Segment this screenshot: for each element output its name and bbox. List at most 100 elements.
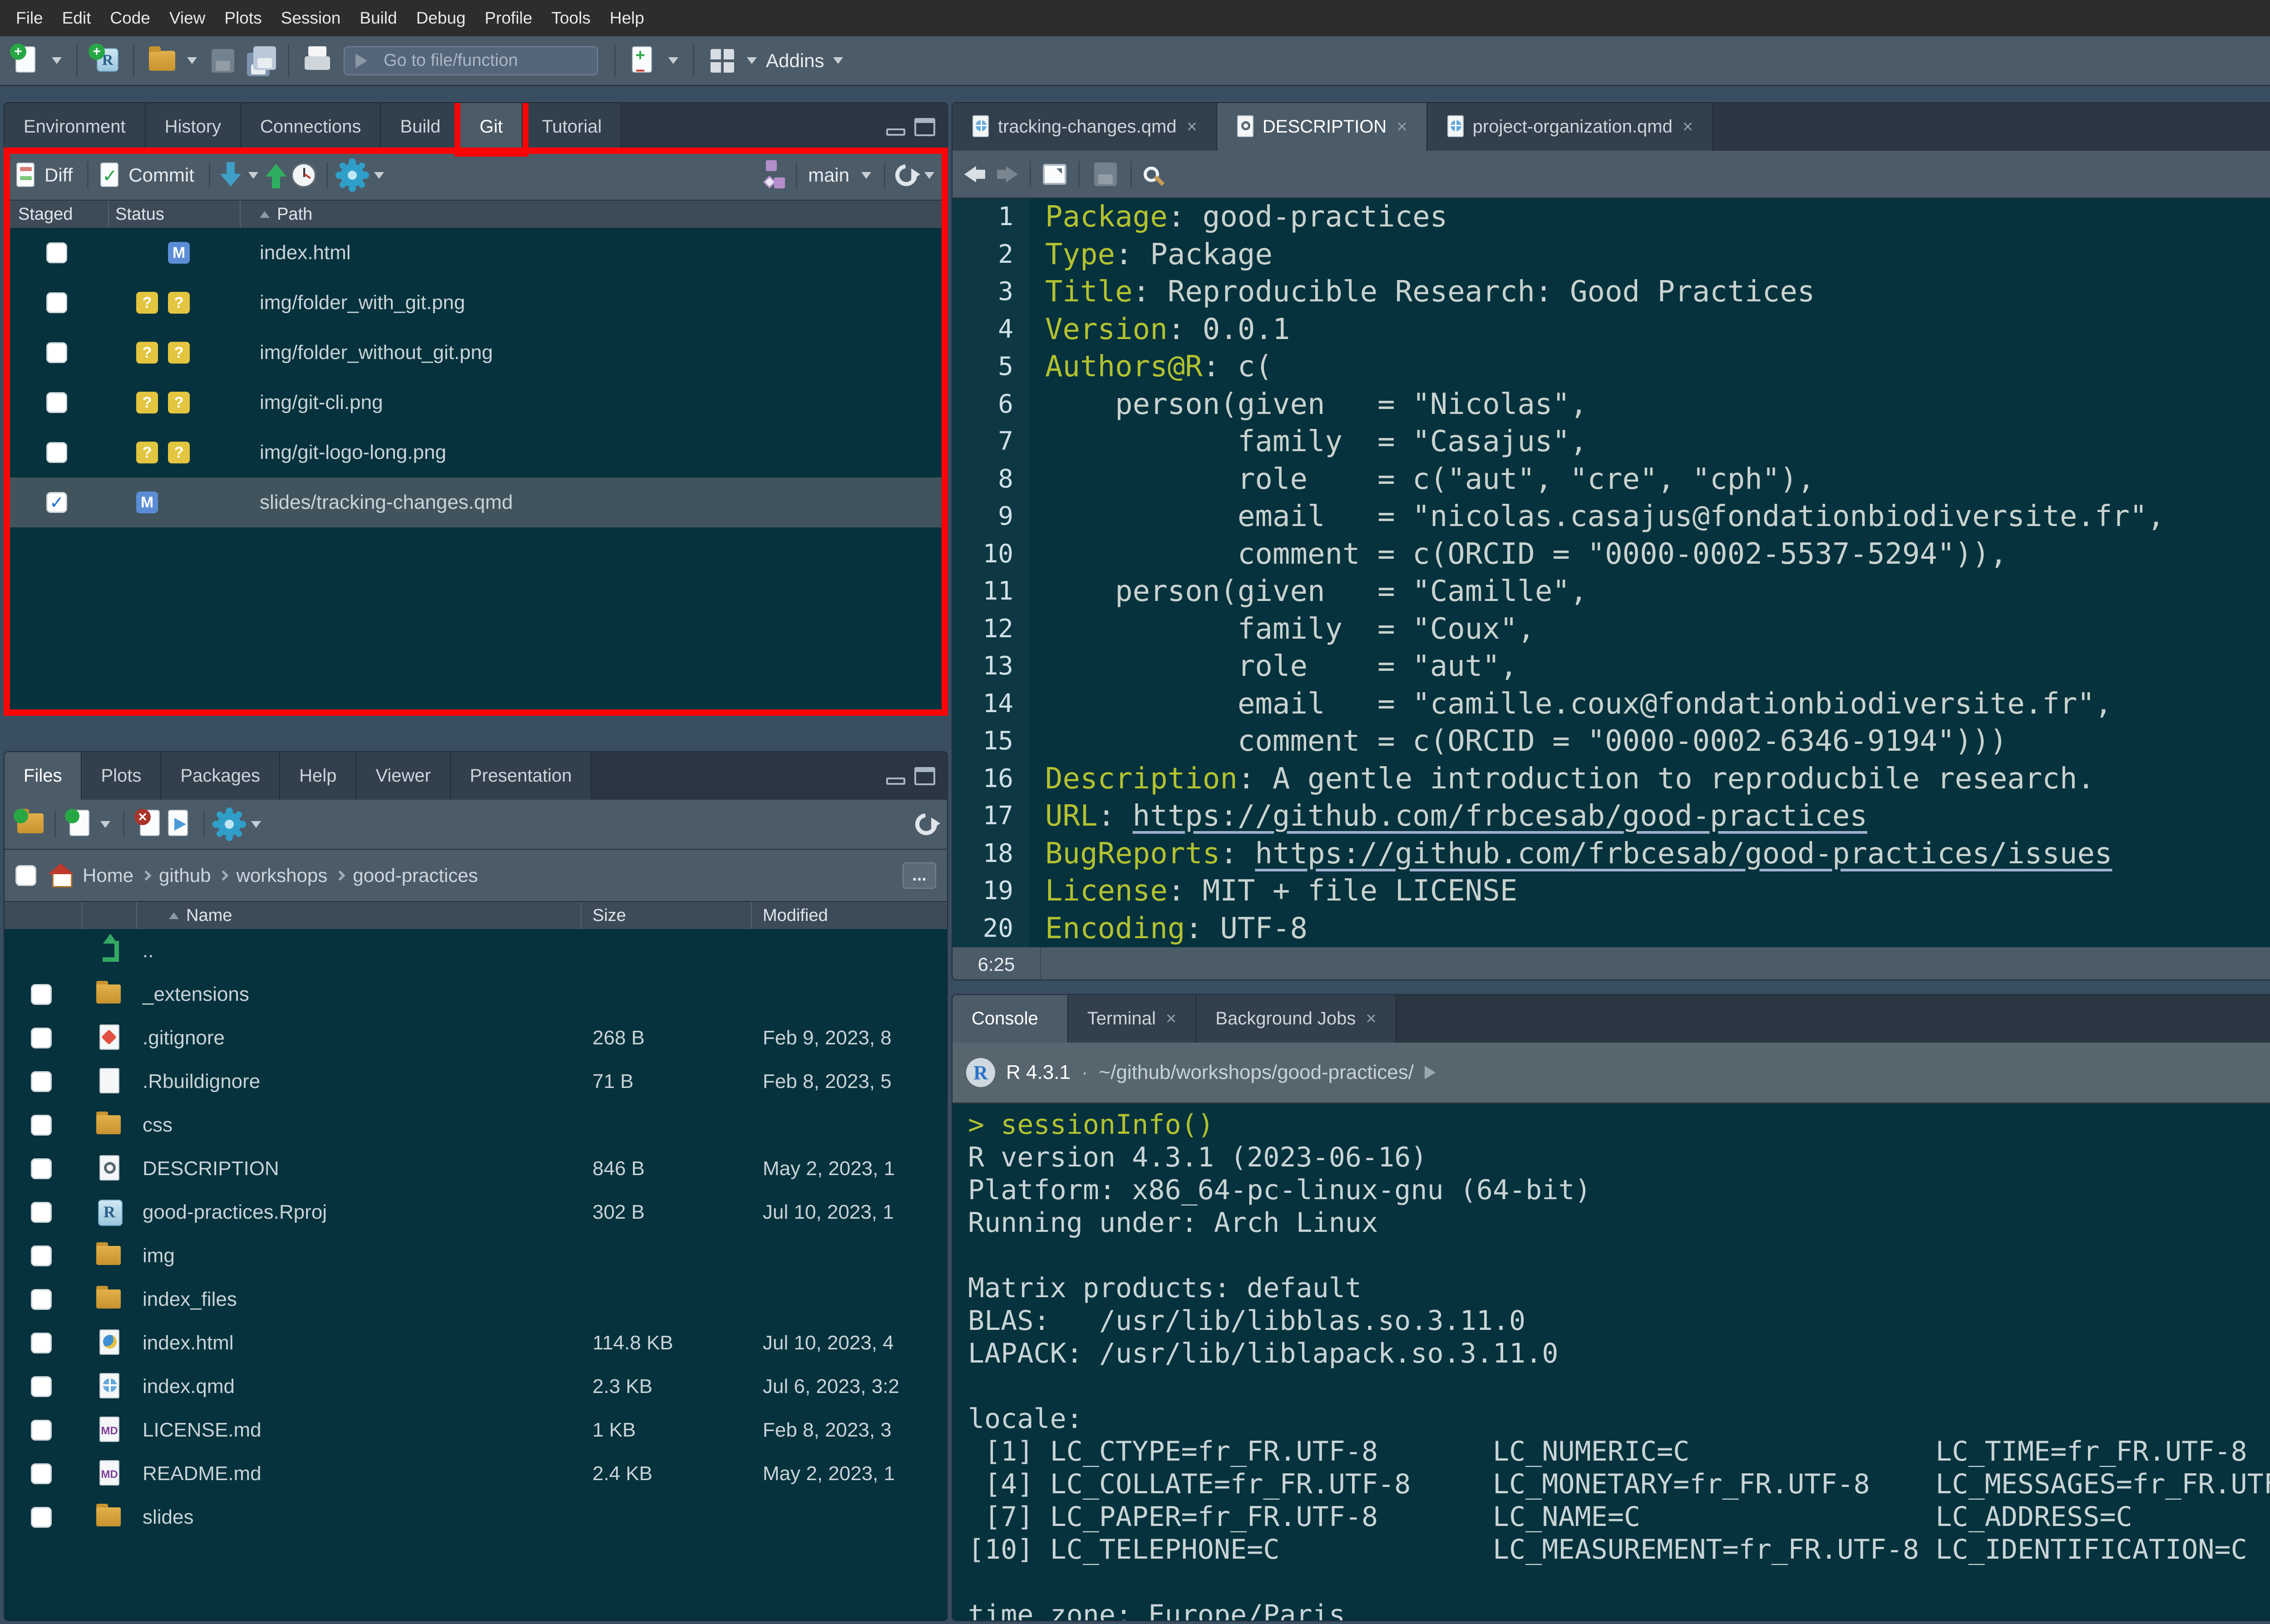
panel-tab[interactable]: Git <box>460 103 523 151</box>
breadcrumb-item[interactable]: github <box>159 865 211 886</box>
editor-tab[interactable]: project-organization.qmd × <box>1427 103 1713 151</box>
file-row[interactable]: index.html 114.8 KB Jul 10, 2023, 4 <box>5 1321 947 1365</box>
cursor-position[interactable]: 6:25 <box>952 947 1041 980</box>
menu-item[interactable]: Build <box>350 9 406 28</box>
hyperlink-text[interactable]: https://github.com/frbcesab/good-practic… <box>1133 799 1867 833</box>
panel-tab[interactable]: History <box>146 103 241 151</box>
minimize-icon[interactable] <box>886 778 905 785</box>
file-row[interactable]: DESCRIPTION 846 B May 2, 2023, 1 <box>5 1147 947 1191</box>
staged-checkbox[interactable] <box>46 292 67 313</box>
git-gear-icon[interactable] <box>340 163 364 187</box>
file-row[interactable]: index.qmd 2.3 KB Jul 6, 2023, 3:2 <box>5 1365 947 1408</box>
new-blank-file-icon[interactable] <box>66 808 93 841</box>
breadcrumb-item[interactable]: workshops <box>236 865 327 886</box>
file-name[interactable]: LICENSE.md <box>137 1419 582 1442</box>
file-row[interactable]: good-practices.Rproj 302 B Jul 10, 2023,… <box>5 1191 947 1234</box>
column-header-status[interactable]: Status <box>109 201 241 228</box>
save-all-icon[interactable] <box>244 43 276 79</box>
maximize-icon[interactable] <box>914 767 935 785</box>
staged-checkbox[interactable] <box>46 442 67 463</box>
menu-item[interactable]: Code <box>100 9 159 28</box>
file-checkbox[interactable] <box>31 1289 52 1310</box>
git-file-row[interactable]: ? ? img/folder_without_git.png <box>5 328 947 378</box>
commit-button[interactable]: Commit <box>128 164 194 186</box>
file-checkbox[interactable] <box>31 1376 52 1397</box>
breadcrumb-item[interactable]: good-practices <box>353 865 478 886</box>
panel-tab[interactable]: Files <box>5 752 82 800</box>
pull-dropdown-icon[interactable] <box>248 172 258 179</box>
panel-tab[interactable]: Help <box>280 752 356 800</box>
file-row[interactable]: README.md 2.4 KB May 2, 2023, 1 <box>5 1452 947 1496</box>
close-tab-icon[interactable]: × <box>1366 1009 1376 1029</box>
file-name[interactable]: .Rbuildignore <box>137 1070 582 1093</box>
open-file-icon[interactable] <box>146 43 178 79</box>
panel-tab[interactable]: Environment <box>5 103 146 151</box>
save-document-icon[interactable] <box>1091 158 1119 191</box>
maximize-icon[interactable] <box>914 118 935 136</box>
column-header-name[interactable]: Name <box>137 902 582 929</box>
menu-item[interactable]: View <box>160 9 215 28</box>
file-name[interactable]: img <box>137 1245 582 1267</box>
console-output[interactable]: > sessionInfo() R version 4.3.1 (2023-06… <box>952 1104 2270 1621</box>
file-name[interactable]: good-practices.Rproj <box>137 1201 582 1224</box>
files-gear-dropdown-icon[interactable] <box>251 821 261 828</box>
working-directory[interactable]: ~/github/workshops/good-practices/ <box>1099 1061 1414 1084</box>
git-file-row[interactable]: ? ? img/git-logo-long.png <box>5 428 947 477</box>
branch-dropdown-icon[interactable] <box>861 172 871 179</box>
file-row[interactable]: img <box>5 1234 947 1278</box>
file-row[interactable]: css <box>5 1103 947 1147</box>
search-icon[interactable] <box>1144 167 1159 182</box>
staged-checkbox[interactable] <box>46 242 67 263</box>
file-name[interactable]: DESCRIPTION <box>137 1157 582 1180</box>
panel-tab[interactable]: Tutorial <box>523 103 622 151</box>
column-header-staged[interactable]: Staged <box>5 201 109 228</box>
staged-checkbox[interactable] <box>46 392 67 413</box>
file-checkbox[interactable] <box>31 1071 52 1092</box>
file-name[interactable]: .. <box>137 940 582 962</box>
refresh-icon[interactable] <box>891 160 922 191</box>
panel-tab[interactable]: Build <box>381 103 460 151</box>
file-checkbox[interactable] <box>31 1115 52 1136</box>
new-file-icon[interactable]: + <box>11 43 43 79</box>
file-checkbox[interactable] <box>31 1202 52 1223</box>
file-row[interactable]: .gitignore 268 B Feb 9, 2023, 8 <box>5 1016 947 1060</box>
file-checkbox[interactable] <box>31 984 52 1005</box>
git-file-row[interactable]: M index.html <box>5 228 947 278</box>
staged-checkbox[interactable] <box>46 342 67 363</box>
panel-tab[interactable]: Packages <box>161 752 280 800</box>
file-name[interactable]: slides <box>137 1506 582 1529</box>
editor-tab[interactable]: DESCRIPTION × <box>1217 103 1427 151</box>
code-editor[interactable]: 1 Package: good-practices 2 Type: Packag… <box>952 198 2270 947</box>
file-checkbox[interactable] <box>31 1158 52 1179</box>
new-project-icon[interactable]: + <box>89 43 121 79</box>
files-refresh-icon[interactable] <box>911 809 942 840</box>
console-tab[interactable]: Terminal × <box>1068 995 1197 1043</box>
back-icon[interactable] <box>964 162 988 186</box>
menu-item[interactable]: File <box>6 9 53 28</box>
refresh-dropdown-icon[interactable] <box>924 172 934 179</box>
print-icon[interactable] <box>301 43 333 79</box>
panel-tab[interactable]: Plots <box>82 752 161 800</box>
column-header-modified[interactable]: Modified <box>752 906 947 925</box>
breadcrumb-item[interactable]: Home <box>83 865 133 886</box>
r-version[interactable]: R 4.3.1 <box>1006 1061 1071 1084</box>
file-row[interactable]: _extensions <box>5 973 947 1016</box>
copy-file-icon[interactable] <box>166 808 193 841</box>
minimize-icon[interactable] <box>886 128 905 136</box>
open-wd-arrow-icon[interactable] <box>1425 1066 1436 1079</box>
addins-dropdown-icon[interactable] <box>833 57 843 64</box>
delete-file-icon[interactable]: ✕ <box>134 808 162 841</box>
diff-button[interactable]: Diff <box>44 164 73 186</box>
menu-item[interactable]: Plots <box>215 9 271 28</box>
forward-icon[interactable] <box>994 162 1018 186</box>
git-gear-dropdown-icon[interactable] <box>374 172 384 179</box>
new-file-dropdown-icon[interactable] <box>52 57 62 64</box>
close-tab-icon[interactable]: × <box>1397 117 1407 137</box>
console-tab[interactable]: Console <box>952 995 1068 1043</box>
file-checkbox[interactable] <box>31 1463 52 1484</box>
version-control-icon[interactable]: +− <box>627 43 659 79</box>
addins-button[interactable]: Addins <box>766 50 824 72</box>
panel-tab[interactable]: Connections <box>241 103 381 151</box>
files-gear-icon[interactable] <box>217 812 241 836</box>
branch-selector[interactable]: main <box>808 164 849 186</box>
